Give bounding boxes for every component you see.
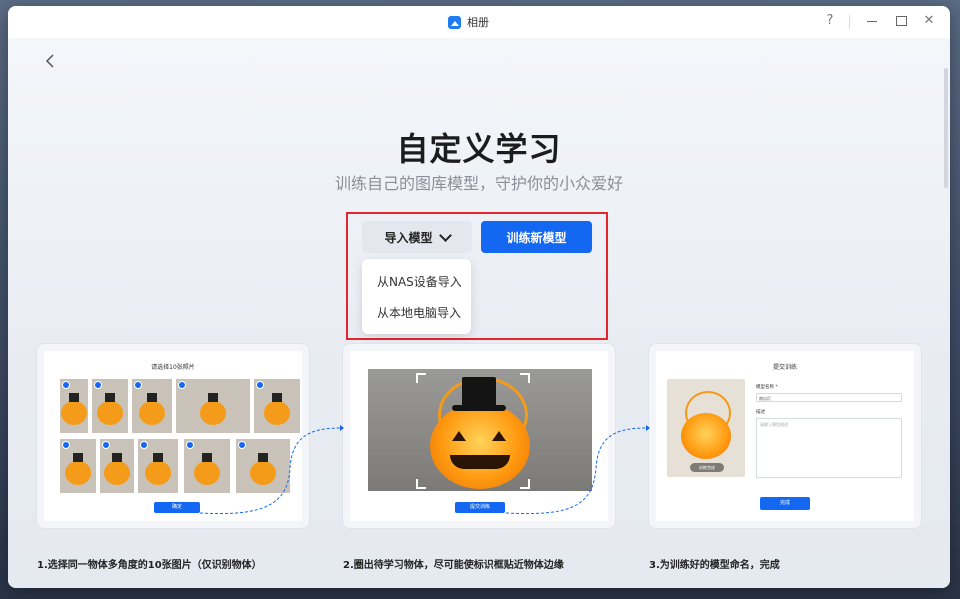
pumpkin-photo (368, 369, 592, 491)
step-1-caption: 1.选择同一物体多角度的10张图片（仅识别物体） (37, 560, 262, 571)
window-title-text: 相册 (467, 16, 489, 29)
model-preview-photo: 训练完成 (667, 379, 745, 477)
train-new-model-button[interactable]: 训练新模型 (481, 221, 592, 253)
photo-thumbnail (60, 439, 96, 493)
finish-button-preview: 完成 (760, 497, 810, 510)
crop-handle-bottom-right (520, 479, 530, 489)
photo-thumbnail (236, 439, 290, 493)
close-icon[interactable]: ✕ (921, 13, 937, 29)
page-subtitle: 训练自己的图库模型，守护你的小众爱好 (334, 174, 623, 193)
menu-item-import-from-local[interactable]: 从本地电脑导入 (377, 304, 461, 321)
training-complete-badge: 训练完成 (690, 463, 724, 472)
import-model-button[interactable]: 导入模型 (362, 221, 472, 253)
step-3-caption: 3.为训练好的模型命名，完成 (649, 560, 780, 571)
confirm-button-preview: 确定 (154, 502, 200, 513)
main-content: 自定义学习 训练自己的图库模型，守护你的小众爱好 导入模型 训练新模型 从NAS… (8, 38, 950, 588)
step-card-select-photos: 请选择10张照片 确定 (36, 343, 310, 529)
photo-thumbnail (176, 379, 250, 433)
crop-handle-top-left (416, 373, 426, 383)
title-bar-divider (849, 15, 850, 29)
submit-training-button-preview: 提交训练 (455, 502, 505, 513)
app-window: 相册 ? ✕ 自定义学习 训练自己的图库模型，守护你的小众爱好 导入模型 训练新… (8, 6, 950, 588)
name-model-preview: 提交训练 训练完成 模型名称 * 南瓜灯 描述 请输入模型描述 完成 (656, 351, 914, 521)
chevron-down-icon (438, 228, 452, 242)
step-card-name-model: 提交训练 训练完成 模型名称 * 南瓜灯 描述 请输入模型描述 完成 (648, 343, 922, 529)
pumpkin-mouth (450, 455, 510, 469)
maximize-icon[interactable] (893, 13, 909, 26)
title-bar: 相册 ? ✕ (8, 6, 950, 38)
crop-handle-top-right (520, 373, 530, 383)
page-title: 自定义学习 (396, 130, 562, 168)
submit-training-title: 提交训练 (772, 364, 797, 371)
step-2-caption: 2.圈出待学习物体，尽可能使标识框贴近物体边缘 (343, 560, 564, 571)
photo-thumbnail (254, 379, 300, 433)
photos-app-icon (448, 15, 461, 29)
import-dropdown-menu: 从NAS设备导入 从本地电脑导入 (362, 259, 471, 334)
select-photos-title: 请选择10张照片 (151, 364, 195, 371)
menu-item-import-from-nas[interactable]: 从NAS设备导入 (377, 273, 462, 290)
minimize-icon[interactable] (864, 13, 880, 22)
select-photos-preview: 请选择10张照片 确定 (44, 351, 302, 521)
pumpkin-body (681, 413, 731, 459)
model-name-label: 模型名称 * (756, 385, 778, 390)
photo-thumbnail (100, 439, 134, 493)
crop-handle-bottom-left (416, 479, 426, 489)
window-title: 相册 (448, 14, 489, 30)
model-name-field-preview: 南瓜灯 (756, 393, 902, 402)
pumpkin-hat (462, 377, 496, 407)
photo-thumbnail (92, 379, 128, 433)
photo-thumbnail (60, 379, 88, 433)
crop-preview: 提交训练 (350, 351, 608, 521)
photo-thumbnail (132, 379, 172, 433)
pumpkin-hat-brim (452, 405, 506, 411)
step-card-crop-object: 提交训练 (342, 343, 616, 529)
photo-thumbnail (184, 439, 230, 493)
help-icon[interactable]: ? (822, 13, 838, 29)
description-label: 描述 (756, 410, 765, 415)
pumpkin-body (430, 403, 530, 489)
photo-thumbnail (138, 439, 178, 493)
import-model-label: 导入模型 (384, 230, 433, 245)
back-arrow-icon[interactable] (40, 52, 60, 73)
description-field-preview: 请输入模型描述 (756, 418, 902, 478)
